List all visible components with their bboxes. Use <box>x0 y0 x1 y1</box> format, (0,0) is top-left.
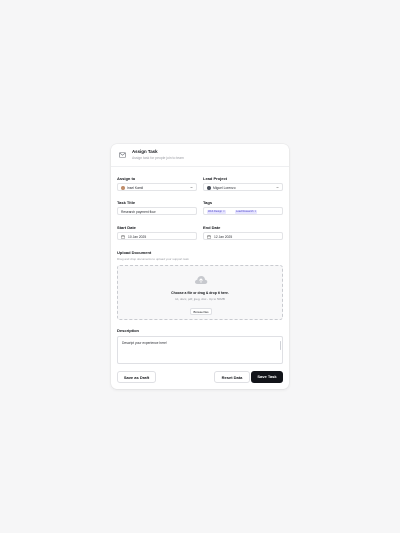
avatar <box>207 185 211 190</box>
lead-project-value: Miguel Lorenzo <box>213 185 236 190</box>
task-title-label: Task Title <box>117 200 136 205</box>
avatar <box>121 185 125 190</box>
close-icon[interactable]: × <box>255 210 257 213</box>
end-date-value: 12 Jan 2025 <box>214 234 233 239</box>
upload-label: Upload Document <box>117 250 152 255</box>
task-title-value: Research payment flow <box>121 209 156 214</box>
assign-to-value: Insel Kamil <box>127 185 144 190</box>
description-value: Descript your experience here! <box>122 341 167 345</box>
start-date-picker[interactable]: 10 Jan 2025 <box>117 232 197 240</box>
tag-label: Lead Research <box>236 209 254 213</box>
lead-project-select[interactable]: Miguel Lorenzo <box>203 183 283 191</box>
tag-chip: Web Design× <box>207 209 226 214</box>
chevron-down-icon <box>190 187 193 189</box>
file-dropzone[interactable]: Choose a file or drag & drop it here. tx… <box>117 265 283 320</box>
upload-subtitle: Drag and drop documents to upload your s… <box>117 257 189 261</box>
card-title: Assign Task <box>132 149 158 154</box>
description-textarea[interactable]: Descript your experience here! <box>117 336 283 364</box>
assign-to-label: Assign to <box>117 176 136 181</box>
start-date-label: Start Date <box>117 225 136 230</box>
dropzone-hint: txt, docx, pdf, jpeg, xlsx - Up to 50MB <box>175 297 225 301</box>
tag-chip: Lead Research× <box>235 209 258 214</box>
cloud-upload-icon <box>194 276 208 284</box>
save-draft-button[interactable]: Save as Draft <box>117 371 156 383</box>
textarea-scrollbar[interactable] <box>279 341 281 350</box>
lead-project-label: Lead Project <box>203 176 228 181</box>
dropzone-title: Choose a file or drag & drop it here. <box>171 291 229 295</box>
assign-task-card: Assign Task Assign task for people join … <box>111 144 289 389</box>
close-icon[interactable]: × <box>223 210 225 213</box>
tag-label: Web Design <box>208 209 223 213</box>
mail-icon <box>119 152 126 158</box>
browse-files-button[interactable]: Browse files <box>190 308 212 315</box>
start-date-value: 10 Jan 2025 <box>128 234 147 239</box>
tags-input[interactable]: Web Design× Lead Research× <box>203 207 283 215</box>
end-date-label: End Date <box>203 225 221 230</box>
end-date-picker[interactable]: 12 Jan 2025 <box>203 232 283 240</box>
calendar-icon <box>121 234 125 239</box>
description-label: Description <box>117 328 140 333</box>
reset-data-button[interactable]: Reset Data <box>214 371 250 383</box>
tags-label: Tags <box>203 200 213 205</box>
chevron-down-icon <box>276 187 279 189</box>
calendar-icon <box>207 234 211 239</box>
task-title-input[interactable]: Research payment flow <box>117 207 197 215</box>
card-header: Assign Task Assign task for people join … <box>111 144 289 167</box>
assign-to-select[interactable]: Insel Kamil <box>117 183 197 191</box>
card-subtitle: Assign task for people join to team <box>132 156 184 160</box>
save-task-button[interactable]: Save Task <box>251 371 283 383</box>
